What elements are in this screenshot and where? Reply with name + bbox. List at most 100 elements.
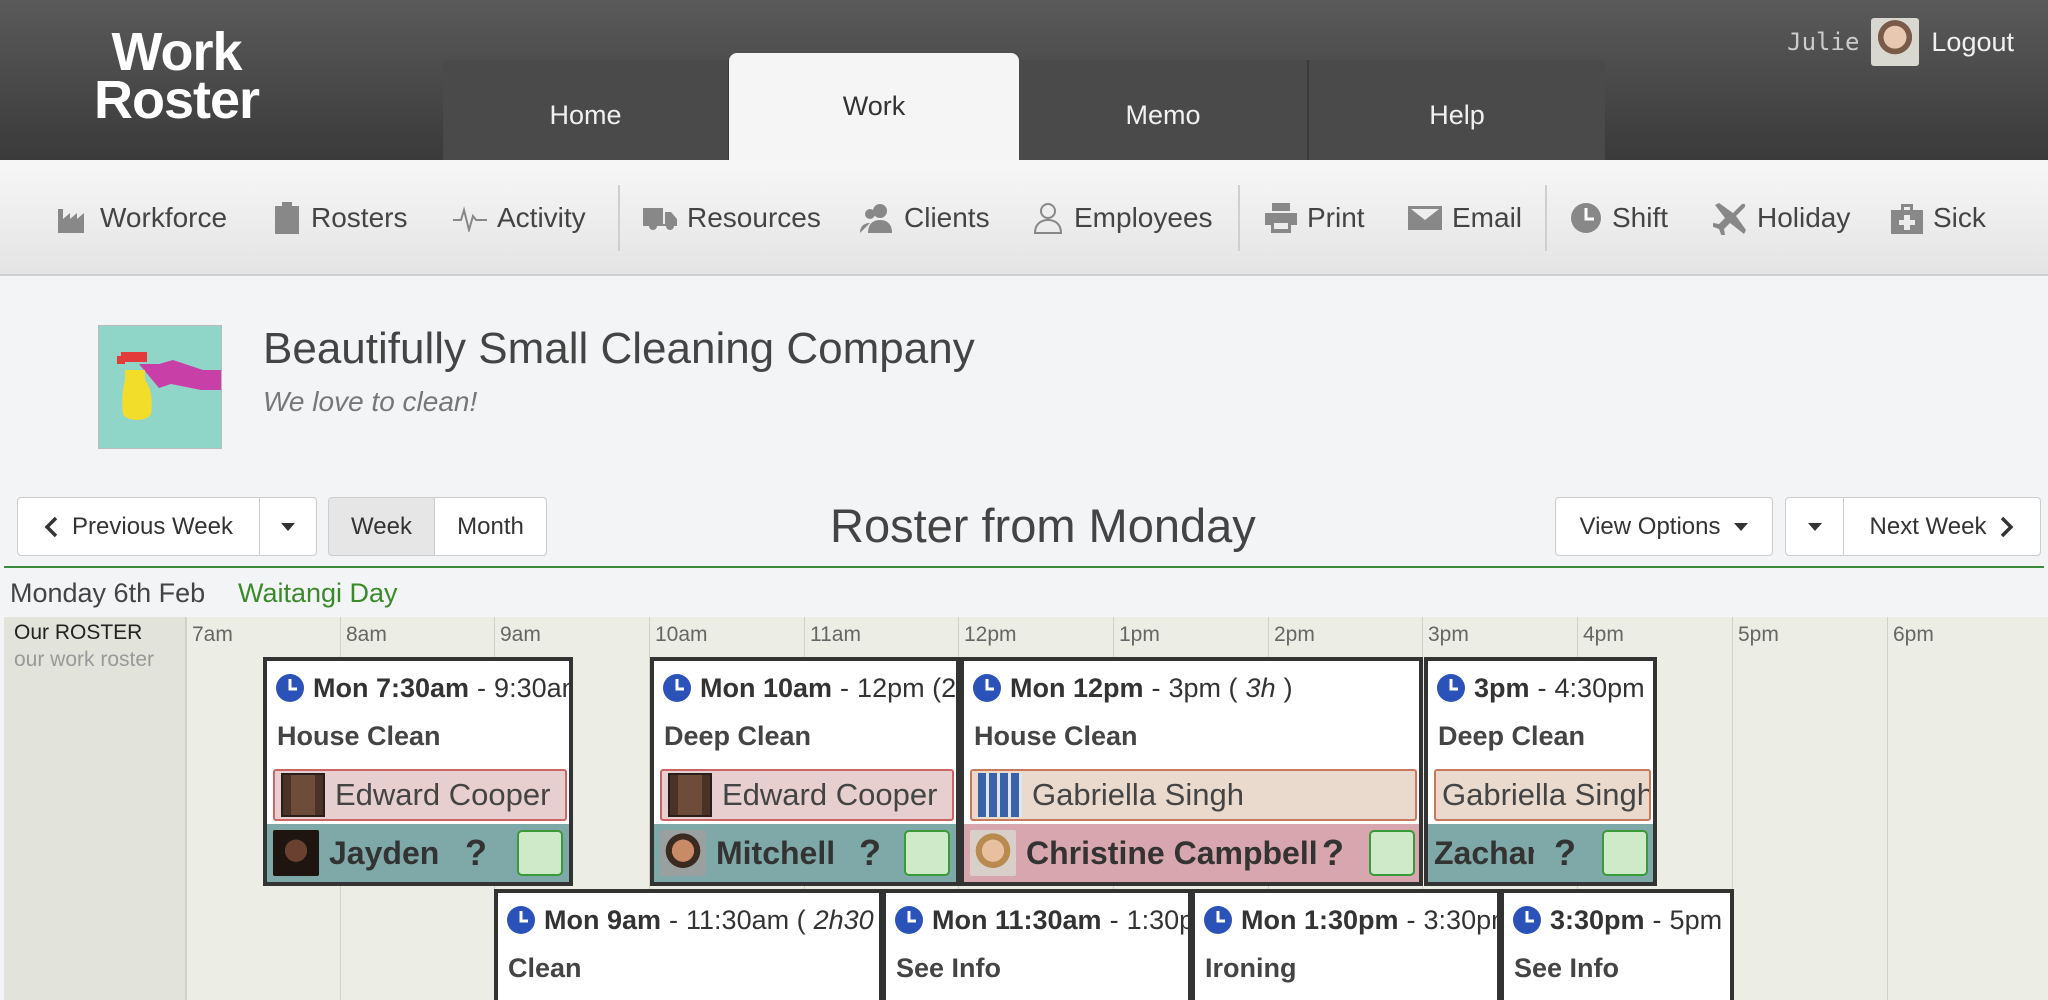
week-view-button[interactable]: Week [328, 497, 435, 556]
shift-end: 4:30pm [1554, 672, 1645, 703]
shift-card[interactable]: Mon 7:30am-9:30am House Clean Edward Coo… [263, 657, 573, 886]
confirm-checkbox[interactable] [517, 830, 563, 876]
staff-chip[interactable]: Jayden ? [267, 824, 569, 882]
tab-memo[interactable]: Memo [1019, 60, 1309, 160]
staff-name: Christine Campbell [1026, 834, 1318, 871]
toolbar-clients[interactable]: Clients [860, 196, 990, 240]
question-icon[interactable]: ? [465, 832, 487, 874]
shift-card[interactable]: Mon 11:30am-1:30pm See Info [882, 889, 1192, 1000]
client-name: Edward Cooper [722, 777, 938, 812]
question-icon[interactable]: ? [1554, 832, 1576, 874]
staff-avatar [273, 830, 319, 876]
logout-link[interactable]: Logout [1931, 27, 2014, 58]
toolbar-employees[interactable]: Employees [1032, 196, 1213, 240]
staff-chip[interactable]: Zachary ? [1428, 824, 1653, 882]
caret-down-icon [281, 522, 295, 531]
toolbar-holiday[interactable]: Holiday [1713, 196, 1850, 240]
pulse-icon [453, 206, 487, 232]
confirm-checkbox[interactable] [1602, 830, 1648, 876]
hour-label: 4pm [1583, 623, 1624, 646]
view-options-button[interactable]: View Options [1555, 497, 1773, 556]
clock-icon [1204, 906, 1232, 934]
shift-title: See Info [1514, 953, 1620, 983]
shift-start: 3:30pm [1550, 904, 1645, 935]
company-name: Beautifully Small Cleaning Company [263, 324, 975, 373]
shift-start: Mon 7:30am [313, 672, 470, 703]
user-avatar[interactable] [1871, 18, 1920, 66]
shift-card[interactable]: Mon 12pm -3pm (3h) House Clean Gabriella … [960, 657, 1423, 886]
shift-card[interactable]: 3:30pm -5pm See Info [1500, 889, 1734, 1000]
toolbar-email[interactable]: Email [1408, 196, 1522, 240]
shift-card[interactable]: Mon 10am-12pm (2h) Deep Clean Edward Coo… [650, 657, 960, 886]
shift-title: Clean [508, 953, 582, 983]
shift-title: Ironing [1205, 953, 1297, 983]
company-logo [98, 325, 222, 449]
client-avatar [281, 773, 325, 817]
toolbar-divider [1545, 185, 1547, 251]
roster-name[interactable]: Our ROSTER [14, 621, 142, 645]
hour-label: 10am [655, 623, 708, 646]
shift-card[interactable]: Mon 1:30pm-3:30pm Ironing [1191, 889, 1501, 1000]
clock-icon [973, 674, 1001, 702]
shift-end: 3:30pm [1423, 904, 1497, 935]
client-name: Gabriella Singh [1032, 777, 1244, 812]
user-name: Julie [1787, 28, 1860, 56]
shift-card[interactable]: 3pm -4:30pm Deep Clean Gabriella Singh Za… [1424, 657, 1657, 886]
toolbar-workforce[interactable]: Workforce [58, 196, 227, 240]
user-menu: Julie Logout [1787, 18, 2014, 66]
confirm-checkbox[interactable] [904, 830, 950, 876]
shift-end: 9:30am [494, 672, 569, 703]
client-name: Gabriella Singh [1442, 777, 1651, 812]
question-icon[interactable]: ? [1322, 832, 1344, 874]
previous-week-dropdown[interactable] [259, 497, 317, 556]
client-chip[interactable]: Gabriella Singh [1434, 769, 1651, 821]
month-view-button[interactable]: Month [434, 497, 547, 556]
people-icon [860, 204, 892, 233]
shift-start: Mon 12pm [1010, 672, 1144, 703]
toolbar-shift[interactable]: Shift [1570, 196, 1668, 240]
toolbar-resources[interactable]: Resources [643, 196, 821, 240]
client-chip[interactable]: Edward Cooper [273, 769, 567, 821]
day-label: Monday 6th Feb [10, 578, 206, 608]
medkit-icon [1891, 204, 1923, 234]
shift-duration: 3h [1245, 672, 1276, 703]
main-tabs: Home Work Memo Help [443, 53, 1605, 160]
shift-end: 1:30pm [1126, 904, 1188, 935]
tab-help[interactable]: Help [1309, 60, 1605, 160]
tab-work[interactable]: Work [729, 53, 1019, 160]
top-header: Work Roster Home Work Memo Help Julie Lo… [0, 0, 2048, 160]
shift-card[interactable]: Mon 9am -11:30am (2h30 Clean [494, 889, 883, 1000]
staff-chip[interactable]: Mitchell ? [654, 824, 956, 882]
envelope-icon [1408, 206, 1442, 230]
toolbar-print[interactable]: Print [1265, 196, 1365, 240]
staff-name: Mitchell [716, 834, 836, 871]
app-logo[interactable]: Work Roster [84, 22, 269, 127]
staff-avatar [970, 830, 1016, 876]
shift-end: 3pm ( [1168, 672, 1238, 703]
tab-home[interactable]: Home [443, 60, 730, 160]
hour-label: 12pm [964, 623, 1017, 646]
staff-chip[interactable]: Christine Campbell ? [964, 824, 1419, 882]
next-week-dropdown[interactable] [1785, 497, 1844, 556]
question-icon[interactable]: ? [859, 832, 881, 874]
next-week-button[interactable]: Next Week [1843, 497, 2041, 556]
shift-start: Mon 10am [700, 672, 833, 703]
staff-avatar [660, 830, 706, 876]
toolbar-rosters[interactable]: Rosters [273, 196, 407, 240]
nav-divider [4, 566, 2044, 568]
clock-icon [895, 906, 923, 934]
shift-end: 5pm [1669, 904, 1723, 935]
client-chip[interactable]: Gabriella Singh [970, 769, 1417, 821]
toolbar-activity[interactable]: Activity [453, 196, 586, 240]
factory-icon [58, 209, 84, 233]
caret-down-icon [1807, 522, 1822, 531]
roster-title: Roster from Monday [830, 499, 1256, 552]
toolbar-sick[interactable]: Sick [1891, 196, 1986, 240]
chevron-left-icon [44, 516, 58, 537]
client-chip[interactable]: Edward Cooper [660, 769, 954, 821]
logo-line-1: Work [111, 22, 242, 82]
previous-week-button[interactable]: Previous Week [17, 497, 260, 556]
roster-sidebar [4, 617, 186, 1000]
clock-icon [663, 674, 691, 702]
confirm-checkbox[interactable] [1369, 830, 1415, 876]
